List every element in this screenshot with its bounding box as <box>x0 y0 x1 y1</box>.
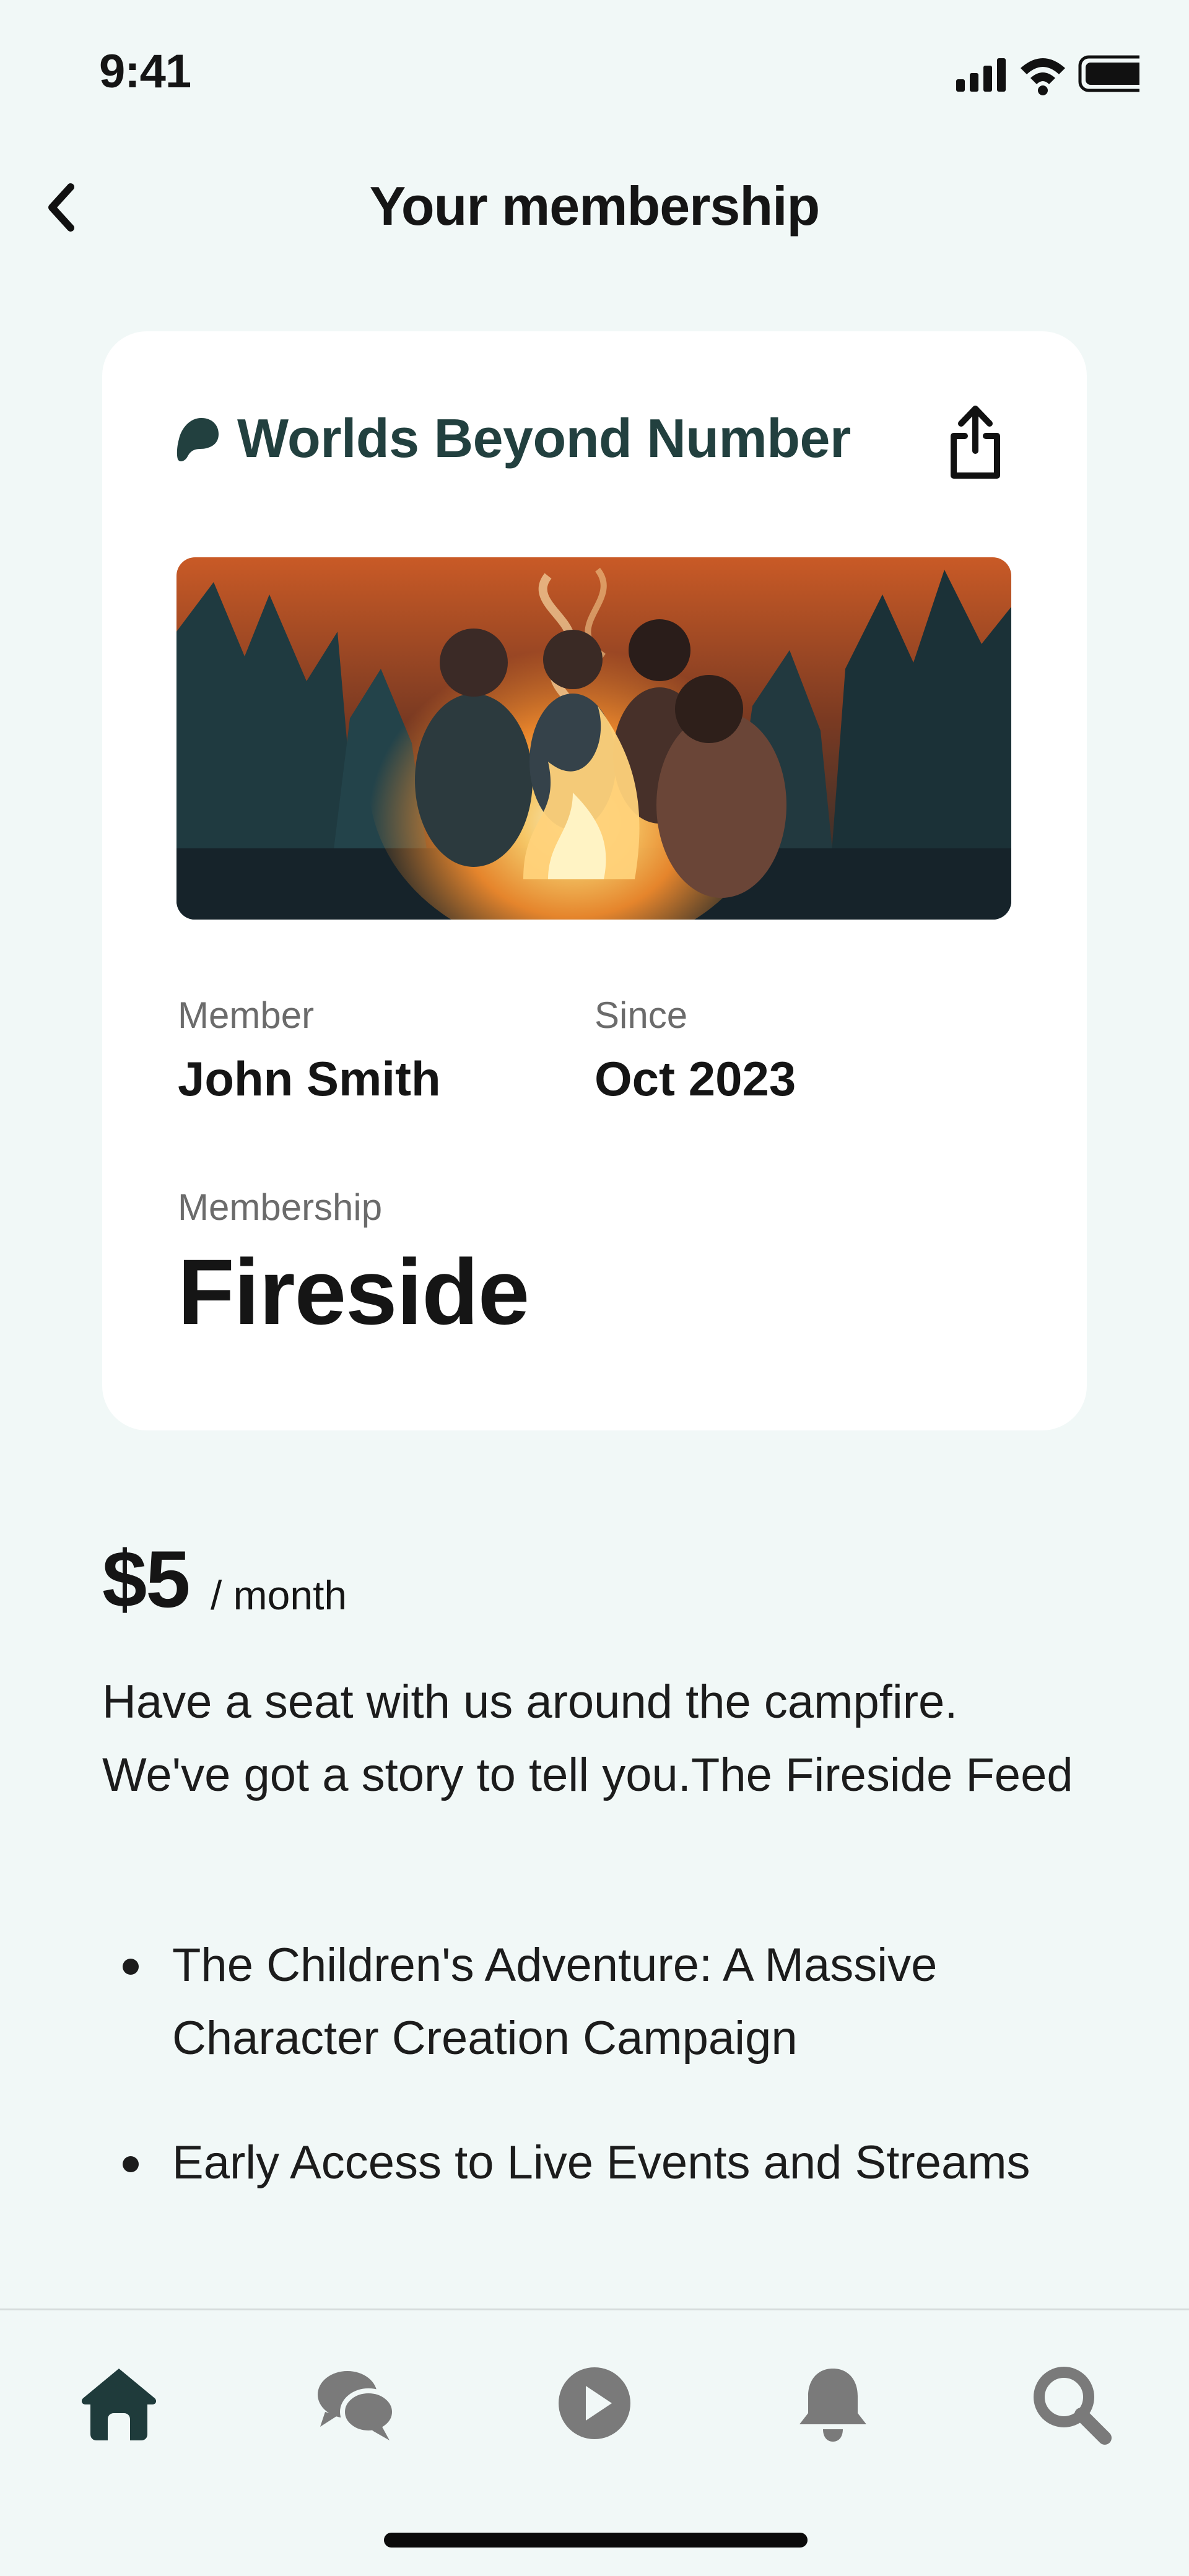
membership-label: Membership <box>178 1186 383 1228</box>
member-label: Member <box>178 994 315 1036</box>
chat-bubbles-icon[interactable] <box>313 2360 399 2447</box>
status-time: 9:41 <box>99 45 191 98</box>
membership-tier: Fireside <box>178 1240 529 1344</box>
bullet-dot <box>123 1959 139 1975</box>
cellular-signal-icon <box>956 58 1006 92</box>
status-icons <box>956 55 1139 95</box>
price-period: / month <box>211 1572 347 1618</box>
since-date: Oct 2023 <box>594 1051 796 1106</box>
since-label: Since <box>594 994 688 1036</box>
campfire-illustration <box>176 557 1011 920</box>
benefit-item: The Children's Adventure: A Massive Char… <box>172 1939 938 2065</box>
membership-card: Worlds Beyond Number Member John Smith S… <box>102 331 1087 1430</box>
tier-description: Have a seat with us around the campfire.… <box>102 1676 1073 1801</box>
bullet-dot <box>123 2156 139 2172</box>
page-title: Your membership <box>369 175 821 237</box>
wifi-icon <box>1021 58 1065 95</box>
search-icon[interactable] <box>1027 2360 1113 2447</box>
battery-icon <box>1078 55 1139 92</box>
price: $5 <box>102 1534 191 1624</box>
benefit-item: Early Access to Live Events and Streams <box>172 2136 1030 2189</box>
bell-icon[interactable] <box>790 2360 876 2447</box>
creator-name: Worlds Beyond Number <box>237 407 851 469</box>
share-icon[interactable] <box>941 402 1009 483</box>
home-icon[interactable] <box>76 2360 162 2447</box>
member-name: John Smith <box>178 1051 441 1106</box>
play-icon[interactable] <box>551 2360 638 2447</box>
patreon-logo-icon <box>176 418 219 461</box>
home-indicator <box>384 2533 808 2548</box>
